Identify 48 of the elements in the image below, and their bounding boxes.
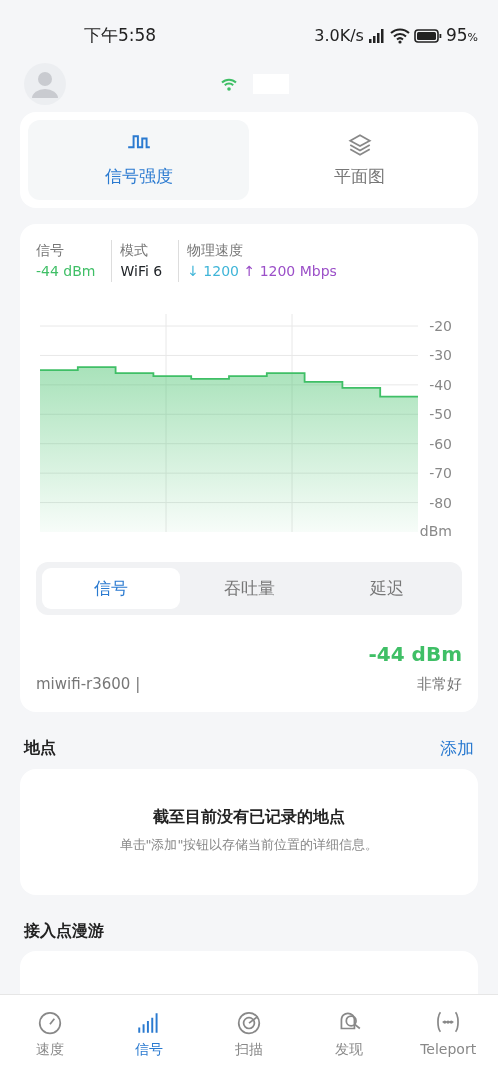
view-tab[interactable]: 信号强度 (28, 120, 249, 200)
nav-tab[interactable]: 扫描 (199, 995, 299, 1080)
signal-quality: 非常好 (417, 674, 462, 695)
axis-tick-label: -30 (429, 346, 452, 363)
axis-unit-label: dBm (419, 522, 452, 538)
network-name: miwifi-r3600 | (36, 674, 141, 695)
axis-tick-label: -70 (429, 464, 452, 481)
section-title: 地点 (24, 737, 56, 760)
stat-value: WiFi 6 (120, 261, 163, 281)
axis-tick-label: -50 (429, 405, 452, 422)
nav-tab[interactable]: Teleport (398, 995, 498, 1080)
nav-tab[interactable]: 发现 (298, 995, 399, 1080)
cellular-signal-icon (367, 28, 386, 44)
percent-sign: % (467, 31, 478, 45)
nav-tab[interactable]: 速度 (0, 995, 100, 1080)
axis-tick-label: -40 (429, 376, 452, 393)
download-speed: 1200 (203, 262, 239, 279)
layers-icon (346, 132, 373, 158)
down-arrow-icon: ↓ (187, 262, 199, 279)
empty-title: 截至目前没有已记录的地点 (152, 806, 346, 828)
wifi-icon (389, 28, 410, 44)
upload-speed: 1200 Mbps (259, 262, 337, 279)
axis-tick-label: -60 (429, 435, 452, 452)
axis-tick-label: -20 (429, 317, 452, 334)
radar-icon (236, 1009, 262, 1035)
battery-icon (413, 29, 442, 43)
gauge-icon (36, 1009, 63, 1035)
teleport-icon (435, 1009, 462, 1035)
network-speed: 3.0K/s (314, 25, 364, 47)
stat-value: -44 dBm (36, 261, 96, 281)
metric-tab[interactable]: 吞吐量 (180, 567, 318, 609)
signal-reading: -44 dBm (368, 642, 462, 666)
metric-tab[interactable]: 延迟 (318, 567, 456, 609)
view-tab[interactable]: 平面图 (249, 120, 470, 200)
empty-description: 单击"添加"按钮以存储当前位置的详细信息。 (118, 836, 380, 854)
stat-label: 物理速度 (187, 240, 245, 260)
up-arrow-icon: ↑ (243, 262, 256, 279)
metric-tab[interactable]: 信号 (42, 567, 180, 609)
wifi-icon (221, 77, 237, 91)
battery-percent: 95 (445, 25, 468, 46)
avatar-icon[interactable] (24, 63, 66, 105)
add-link[interactable]: 添加 (440, 735, 474, 761)
stat-label: 模式 (120, 240, 150, 260)
axis-tick-label: -80 (429, 494, 452, 511)
stat-label: 信号 (36, 240, 65, 260)
nav-tab[interactable]: 信号 (99, 995, 200, 1080)
section-title: 接入点漫游 (24, 921, 104, 940)
status-time: 下午5:58 (84, 24, 157, 48)
